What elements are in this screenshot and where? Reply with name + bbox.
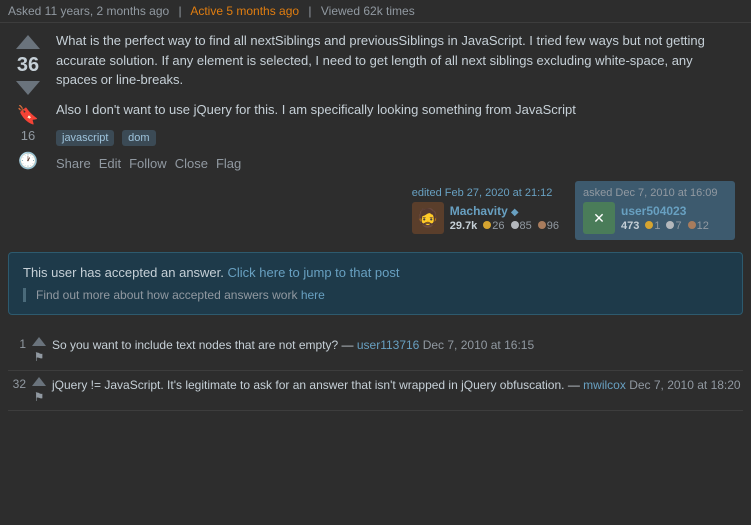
comment-text-2: jQuery != JavaScript. It's legitimate to…: [52, 377, 743, 394]
comment-vote-col-1: ⚑: [32, 337, 46, 364]
editor-gold: 26: [483, 220, 504, 232]
separator: |: [179, 4, 182, 18]
flag-link[interactable]: Flag: [216, 156, 241, 171]
accepted-sub-text: Find out more about how accepted answers…: [36, 288, 297, 302]
asker-bronze-dot: [688, 221, 696, 229]
comment-upvote-2[interactable]: [32, 377, 46, 386]
comment-user-1[interactable]: user113716: [357, 338, 420, 352]
asker-rep-row: 473 1 7 12: [621, 220, 709, 232]
bookmark-count: 16: [21, 128, 35, 143]
vote-count: 36: [17, 53, 39, 77]
comment-text-1: So you want to include text nodes that a…: [52, 337, 743, 354]
upvote-button[interactable]: [16, 35, 40, 49]
comment-num-2: 32: [8, 377, 26, 391]
editor-info: Machavity ◆ 29.7k 26 85 96: [450, 204, 559, 232]
tags-row: javascript dom: [56, 129, 735, 146]
close-link[interactable]: Close: [175, 156, 208, 171]
editor-silver: 85: [511, 220, 532, 232]
accepted-main-text: This user has accepted an answer.: [23, 265, 224, 280]
asker-silver-dot: [666, 221, 674, 229]
comment-upvote-1[interactable]: [32, 337, 46, 346]
accepted-notice-text: This user has accepted an answer. Click …: [23, 265, 728, 280]
history-icon[interactable]: 🕐: [18, 151, 38, 171]
comments-section: 1 ⚑ So you want to include text nodes th…: [0, 327, 751, 415]
gold-dot: [483, 221, 491, 229]
edit-link[interactable]: Edit: [99, 156, 121, 171]
comment-row-2: 32 ⚑ jQuery != JavaScript. It's legitima…: [8, 371, 743, 411]
active-date: Active 5 months ago: [190, 4, 299, 18]
editor-rep-row: 29.7k 26 85 96: [450, 220, 559, 232]
tag-dom[interactable]: dom: [122, 130, 155, 146]
comment-date-1: Dec 7, 2010 at 16:15: [423, 338, 534, 352]
question-section: 36 🔖 16 🕐 What is the perfect way to fin…: [0, 23, 751, 240]
asker-bronze: 12: [688, 220, 709, 232]
vote-column: 36 🔖 16 🕐: [8, 31, 48, 240]
editor-username[interactable]: Machavity: [450, 204, 508, 218]
comment-flag-1[interactable]: ⚑: [34, 350, 45, 364]
asker-gold-dot: [645, 221, 653, 229]
asker-info: user504023 473 1 7 12: [621, 204, 709, 232]
comment-num-1: 1: [8, 337, 26, 351]
editor-card: edited Feb 27, 2020 at 21:12 🧔 Machavity…: [404, 181, 567, 240]
asked-date: Asked 11 years, 2 months ago: [8, 4, 169, 18]
editor-username-row: Machavity ◆: [450, 204, 559, 218]
downvote-button[interactable]: [16, 81, 40, 95]
editor-date-link[interactable]: edited Feb 27, 2020 at 21:12: [412, 187, 553, 199]
editor-user-row: 🧔 Machavity ◆ 29.7k 26 85 96: [412, 202, 559, 234]
question-body: What is the perfect way to find all next…: [48, 31, 743, 240]
asker-avatar-img: ✕: [583, 202, 615, 234]
bronze-dot: [538, 221, 546, 229]
question-meta: Asked 11 years, 2 months ago | Active 5 …: [0, 0, 751, 23]
comment-flag-2[interactable]: ⚑: [34, 390, 45, 404]
follow-link[interactable]: Follow: [129, 156, 167, 171]
editor-rep: 29.7k: [450, 220, 478, 232]
editor-avatar: 🧔: [412, 202, 444, 234]
question-text-p1: What is the perfect way to find all next…: [56, 31, 735, 90]
bookmark-icon[interactable]: 🔖: [17, 105, 39, 126]
editor-avatar-img: 🧔: [412, 202, 444, 234]
accepted-sub-link[interactable]: here: [301, 288, 325, 302]
separator: |: [308, 4, 311, 18]
view-count: Viewed 62k times: [321, 4, 415, 18]
asker-rep: 473: [621, 220, 639, 232]
editor-label: edited Feb 27, 2020 at 21:12: [412, 187, 559, 199]
silver-dot: [511, 221, 519, 229]
comment-user-2[interactable]: mwilcox: [583, 378, 626, 392]
asker-gold: 1: [645, 220, 660, 232]
share-link[interactable]: Share: [56, 156, 91, 171]
comment-date-2: Dec 7, 2010 at 18:20: [629, 378, 740, 392]
asker-card: asked Dec 7, 2010 at 16:09 ✕ user504023 …: [575, 181, 735, 240]
comment-row: 1 ⚑ So you want to include text nodes th…: [8, 331, 743, 371]
asker-avatar: ✕: [583, 202, 615, 234]
asker-silver: 7: [666, 220, 681, 232]
asker-user-row: ✕ user504023 473 1 7 12: [583, 202, 727, 234]
question-actions: Share Edit Follow Close Flag: [56, 156, 735, 171]
comment-vote-col-2: ⚑: [32, 377, 46, 404]
editor-diamond: ◆: [511, 207, 519, 218]
post-signatures: edited Feb 27, 2020 at 21:12 🧔 Machavity…: [56, 181, 735, 240]
accepted-subtext: Find out more about how accepted answers…: [23, 288, 728, 302]
editor-bronze: 96: [538, 220, 559, 232]
asker-label: asked Dec 7, 2010 at 16:09: [583, 187, 727, 199]
asker-username[interactable]: user504023: [621, 204, 709, 218]
accepted-notice: This user has accepted an answer. Click …: [8, 252, 743, 315]
accepted-jump-link[interactable]: Click here to jump to that post: [228, 265, 400, 280]
question-text-p2: Also I don't want to use jQuery for this…: [56, 100, 735, 120]
tag-javascript[interactable]: javascript: [56, 130, 114, 146]
